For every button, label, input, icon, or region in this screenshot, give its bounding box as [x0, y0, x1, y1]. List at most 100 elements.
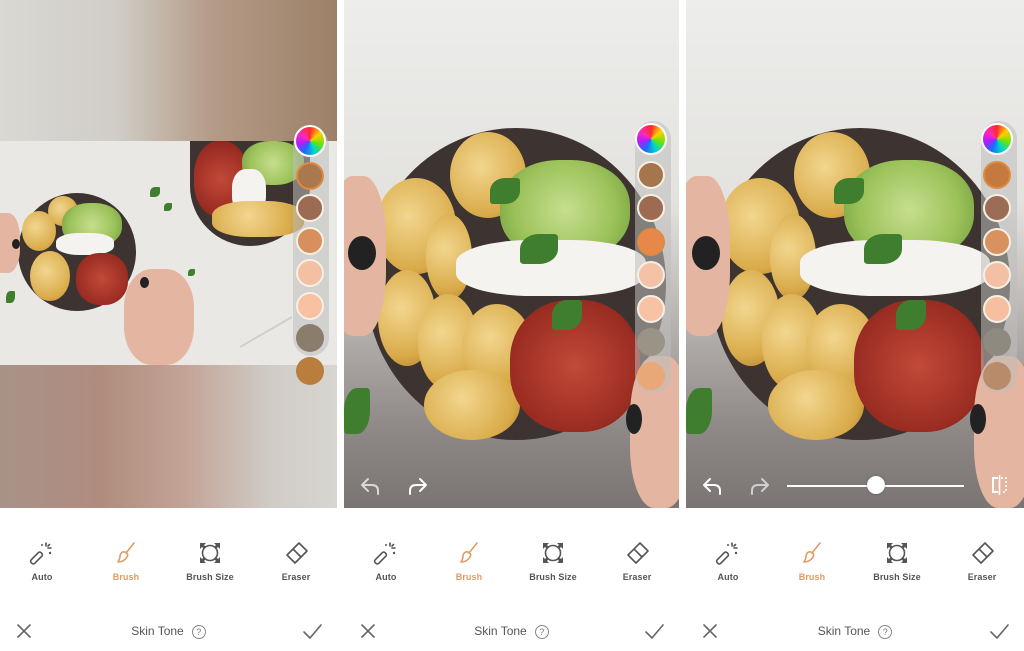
- skin-tone-swatch[interactable]: [296, 324, 324, 352]
- potato: [30, 251, 70, 301]
- skin-tone-swatch[interactable]: [983, 294, 1011, 323]
- tool-brush-size[interactable]: Brush Size: [518, 540, 588, 582]
- color-wheel-swatch[interactable]: [294, 125, 326, 157]
- hand: [124, 269, 194, 365]
- screen-title: Skin Tone?: [344, 624, 679, 639]
- checkmark-icon: [988, 624, 1010, 645]
- potato: [212, 201, 304, 237]
- compare-icon: [992, 475, 1007, 495]
- fork: [239, 316, 293, 348]
- skin-tone-swatch[interactable]: [637, 194, 665, 222]
- tool-label: Brush: [455, 572, 483, 582]
- skin-tone-swatch[interactable]: [637, 160, 665, 189]
- screen-title: Skin Tone?: [0, 624, 337, 639]
- skin-tone-swatch[interactable]: [296, 226, 324, 255]
- skin-tone-swatch[interactable]: [296, 356, 324, 385]
- skin-tone-swatch[interactable]: [983, 361, 1011, 390]
- magic-wand-icon: [29, 540, 55, 566]
- skin-tone-swatch[interactable]: [983, 328, 1011, 356]
- cilantro: [520, 234, 558, 264]
- confirm-button[interactable]: [988, 621, 1010, 641]
- compare-button[interactable]: [984, 470, 1014, 500]
- skin-tone-swatch[interactable]: [637, 361, 665, 390]
- cilantro: [188, 269, 195, 276]
- tool-brush-size[interactable]: Brush Size: [862, 540, 932, 582]
- tool-label: Brush: [798, 572, 826, 582]
- screen-title: Skin Tone?: [686, 624, 1024, 639]
- photo-image: [0, 141, 337, 365]
- photo-canvas[interactable]: [0, 0, 337, 508]
- tool-label: Eraser: [622, 572, 652, 582]
- brush-icon: [799, 540, 825, 566]
- photo-canvas[interactable]: [686, 0, 1024, 508]
- tool-auto[interactable]: Auto: [351, 540, 421, 582]
- confirm-button[interactable]: [301, 621, 323, 641]
- redo-icon: [409, 478, 427, 495]
- checkmark-icon: [301, 624, 323, 645]
- tool-label: Brush Size: [186, 572, 234, 582]
- screen-brush-slider: Auto Brush Brush Size Eraser Skin Tone?: [686, 0, 1024, 651]
- redo-button[interactable]: [402, 470, 432, 500]
- skin-tone-swatch[interactable]: [296, 291, 324, 320]
- tool-eraser[interactable]: Eraser: [261, 540, 331, 582]
- nail: [626, 404, 642, 434]
- help-icon[interactable]: ?: [878, 625, 893, 639]
- cilantro: [150, 187, 160, 197]
- color-wheel-swatch[interactable]: [635, 123, 667, 155]
- brush-size-icon: [884, 540, 910, 566]
- tool-brush-size[interactable]: Brush Size: [175, 540, 245, 582]
- screen-brush: Auto Brush Brush Size Eraser Skin Tone?: [344, 0, 679, 651]
- cilantro: [490, 178, 520, 204]
- screen-zoomed-out: Auto Brush Brush Size Eraser Skin Tone?: [0, 0, 337, 651]
- potato: [768, 370, 864, 440]
- skin-tone-swatch[interactable]: [637, 227, 665, 256]
- skin-tone-swatch[interactable]: [637, 328, 665, 356]
- color-wheel-swatch[interactable]: [981, 123, 1013, 155]
- magic-wand-icon: [715, 540, 741, 566]
- brush-icon: [456, 540, 482, 566]
- undo-button[interactable]: [356, 470, 386, 500]
- skin-tone-swatch[interactable]: [296, 194, 324, 222]
- skin-tone-swatch[interactable]: [296, 259, 324, 287]
- skin-tone-swatch[interactable]: [983, 227, 1011, 256]
- skin-tone-swatch[interactable]: [637, 261, 665, 289]
- redo-button[interactable]: [744, 470, 774, 500]
- blurred-background: [0, 365, 337, 508]
- eraser-icon: [624, 540, 650, 566]
- skin-tone-swatch[interactable]: [983, 194, 1011, 222]
- tool-brush[interactable]: Brush: [777, 540, 847, 582]
- tool-brush[interactable]: Brush: [91, 540, 161, 582]
- cilantro: [344, 388, 370, 434]
- eraser-icon: [283, 540, 309, 566]
- skin-tone-swatch[interactable]: [983, 160, 1011, 189]
- undo-button[interactable]: [698, 470, 728, 500]
- tool-label: Brush: [112, 572, 140, 582]
- brush-icon: [113, 540, 139, 566]
- nail: [970, 404, 986, 434]
- photo-canvas[interactable]: [344, 0, 679, 508]
- skin-tone-swatch[interactable]: [296, 161, 324, 190]
- confirm-button[interactable]: [643, 621, 665, 641]
- tool-label: Auto: [717, 572, 739, 582]
- help-icon[interactable]: ?: [534, 625, 549, 639]
- tool-eraser[interactable]: Eraser: [947, 540, 1017, 582]
- tool-eraser[interactable]: Eraser: [602, 540, 672, 582]
- tool-auto[interactable]: Auto: [693, 540, 763, 582]
- nail: [348, 236, 376, 270]
- footer-bar: Skin Tone?: [0, 618, 337, 648]
- redo-icon: [751, 478, 769, 495]
- eraser-icon: [969, 540, 995, 566]
- title-text: Skin Tone: [131, 624, 184, 638]
- tool-label: Auto: [375, 572, 397, 582]
- tool-bar: Auto Brush Brush Size Eraser: [344, 540, 679, 586]
- brush-size-slider-thumb[interactable]: [866, 476, 885, 494]
- skin-tone-swatch[interactable]: [983, 261, 1011, 289]
- tool-label: Eraser: [967, 572, 997, 582]
- tool-auto[interactable]: Auto: [7, 540, 77, 582]
- tool-brush[interactable]: Brush: [434, 540, 504, 582]
- help-icon[interactable]: ?: [191, 625, 206, 639]
- cilantro: [834, 178, 864, 204]
- nail: [692, 236, 720, 270]
- tool-bar: Auto Brush Brush Size Eraser: [0, 540, 337, 586]
- skin-tone-swatch[interactable]: [637, 294, 665, 323]
